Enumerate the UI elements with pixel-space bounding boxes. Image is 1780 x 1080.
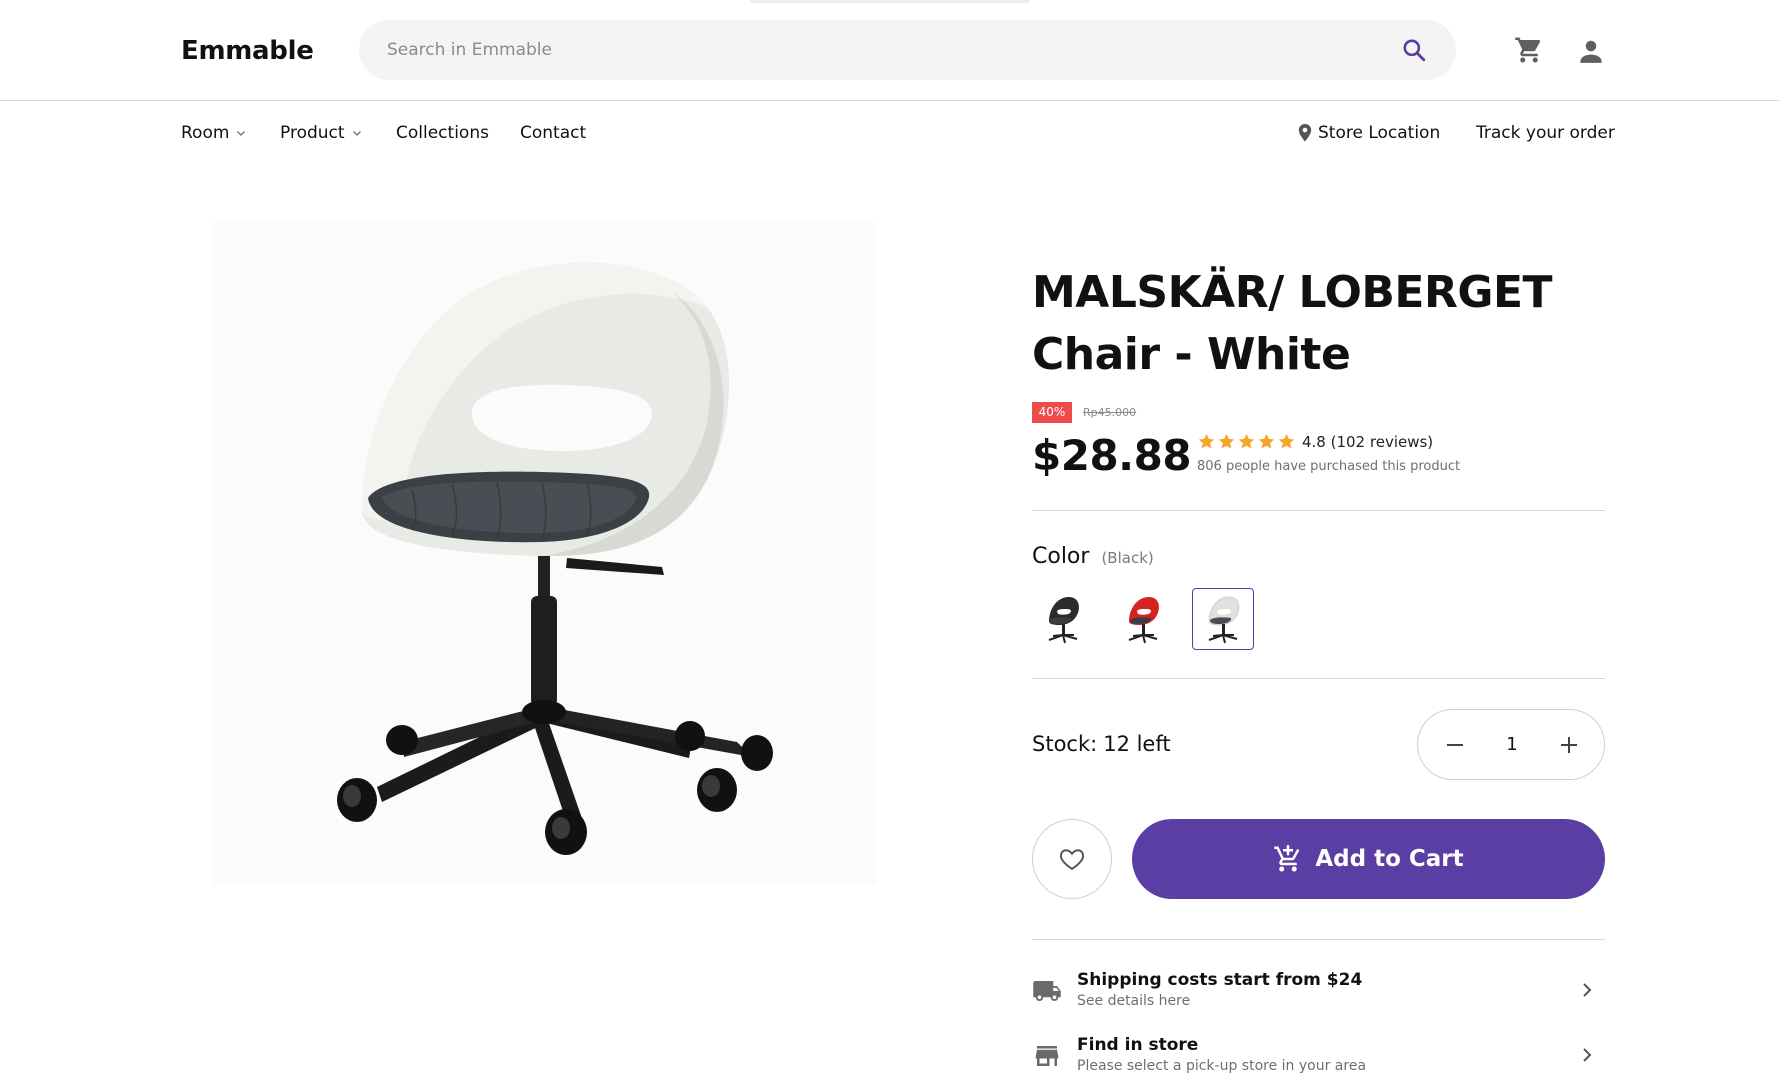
- chair-thumbnail-icon: [1048, 597, 1079, 644]
- decrease-quantity-button[interactable]: [1440, 730, 1470, 760]
- chevron-right-icon: [1583, 1048, 1592, 1062]
- truck-icon: [1033, 981, 1061, 1001]
- quantity-input[interactable]: [1478, 710, 1546, 779]
- minus-icon: [1447, 744, 1463, 746]
- stock-value: 12 left: [1103, 732, 1171, 756]
- search-button[interactable]: [1399, 35, 1429, 65]
- nav-item-label: Room: [181, 123, 230, 143]
- divider: [1032, 510, 1605, 511]
- chair-illustration: [337, 262, 773, 855]
- chevron-down-icon: [237, 131, 246, 136]
- divider: [1032, 939, 1605, 940]
- stock-info: Stock: 12 left: [1032, 732, 1171, 756]
- site-header: Emmable: [0, 0, 1780, 101]
- site-logo[interactable]: Emmable: [181, 36, 314, 66]
- star-icon: [1278, 433, 1295, 449]
- swatch-black[interactable]: [1032, 588, 1094, 650]
- nav-item-collections[interactable]: Collections: [396, 123, 489, 143]
- add-to-cart-button[interactable]: Add to Cart: [1132, 819, 1605, 899]
- shipping-info-row[interactable]: Shipping costs start from $24 See detail…: [1032, 970, 1605, 1022]
- star-icon: [1218, 433, 1235, 449]
- main-nav: Room Product Collections Contact Store L…: [0, 101, 1780, 167]
- rating-summary: 4.8 (102 reviews): [1302, 432, 1434, 451]
- nav-item-label: Collections: [396, 123, 489, 143]
- star-icon: [1258, 433, 1275, 449]
- account-button[interactable]: [1576, 36, 1606, 66]
- add-to-cart-label: Add to Cart: [1315, 846, 1464, 872]
- cart-icon: [1515, 37, 1541, 63]
- chair-thumbnail-icon: [1208, 596, 1240, 644]
- store-location-label: Store Location: [1318, 123, 1441, 143]
- star-icon: [1198, 433, 1215, 449]
- nav-item-label: Contact: [520, 123, 587, 143]
- quantity-stepper: [1417, 709, 1605, 780]
- add-to-cart-icon: [1274, 845, 1300, 872]
- product-price: $28.88: [1032, 431, 1192, 480]
- cart-button[interactable]: [1514, 35, 1544, 65]
- plus-icon: [1561, 737, 1577, 753]
- search-input[interactable]: [387, 20, 1347, 80]
- product-title: MALSKÄR/ LOBERGET Chair - White: [1032, 267, 1553, 380]
- swatch-red[interactable]: [1112, 588, 1174, 650]
- search-bar: [359, 20, 1456, 80]
- star-icon: [1238, 433, 1255, 449]
- original-price: Rp45.000: [1083, 406, 1137, 419]
- chevron-down-icon: [352, 131, 361, 136]
- discount-badge: 40%: [1032, 402, 1072, 423]
- chevron-right-icon: [1583, 983, 1592, 997]
- color-swatches: [1032, 588, 1254, 650]
- selected-color: (Black): [1101, 549, 1154, 567]
- color-heading: Color (Black): [1032, 544, 1154, 569]
- track-order-label: Track your order: [1476, 123, 1615, 143]
- purchase-count: 806 people have purchased this product: [1197, 459, 1461, 474]
- increase-quantity-button[interactable]: [1554, 730, 1584, 760]
- divider: [1032, 678, 1605, 679]
- heart-icon: [1059, 849, 1085, 871]
- swatch-white[interactable]: [1192, 588, 1254, 650]
- wishlist-button[interactable]: [1032, 819, 1112, 899]
- location-pin-icon: [1298, 124, 1312, 142]
- shipping-subtitle: See details here: [1077, 993, 1191, 1009]
- stock-label: Stock:: [1032, 732, 1098, 756]
- nav-item-label: Product: [280, 123, 345, 143]
- shipping-title: Shipping costs start from $24: [1077, 970, 1363, 990]
- nav-item-contact[interactable]: Contact: [520, 123, 586, 143]
- store-icon: [1035, 1046, 1059, 1066]
- find-in-store-row[interactable]: Find in store Please select a pick-up st…: [1032, 1035, 1605, 1080]
- track-order-link[interactable]: Track your order: [1476, 123, 1615, 143]
- nav-item-room[interactable]: Room: [181, 123, 247, 143]
- find-in-store-subtitle: Please select a pick-up store in your ar…: [1077, 1058, 1367, 1074]
- product-image: [212, 222, 877, 884]
- chair-thumbnail-icon: [1128, 597, 1159, 644]
- nav-item-product[interactable]: Product: [280, 123, 363, 143]
- search-icon: [1403, 39, 1426, 62]
- rating-row[interactable]: 4.8 (102 reviews): [1197, 432, 1433, 451]
- store-location-link[interactable]: Store Location: [1298, 123, 1440, 143]
- rating-stars: [1197, 432, 1296, 451]
- color-label: Color: [1032, 544, 1090, 569]
- find-in-store-title: Find in store: [1077, 1035, 1199, 1055]
- user-icon: [1580, 40, 1602, 63]
